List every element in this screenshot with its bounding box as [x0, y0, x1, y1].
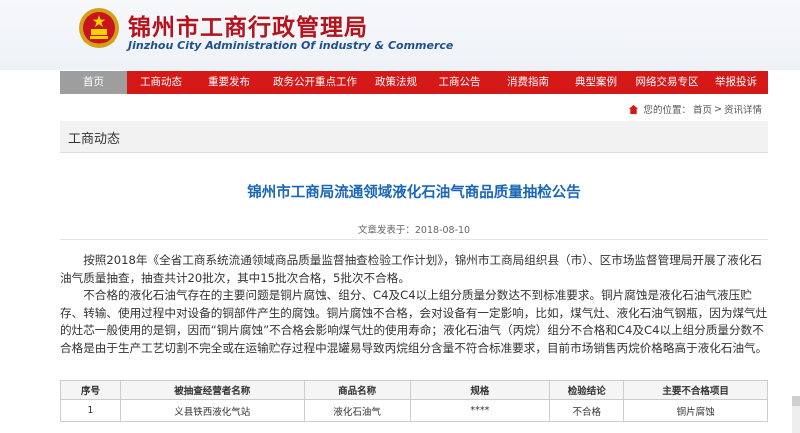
- scrollbar-thumb[interactable]: [792, 396, 800, 406]
- cell-index: 1: [60, 399, 121, 422]
- nav-item-online-trade[interactable]: 网络交易专区: [630, 71, 704, 94]
- cell-product: 液化石油气: [303, 399, 411, 422]
- publish-date: 2018-08-10: [414, 225, 471, 236]
- col-header-operator: 被抽查经营者名称: [119, 380, 305, 400]
- cell-defect: 铜片腐蚀: [623, 399, 768, 422]
- cell-spec: ****: [409, 399, 551, 422]
- nav-item-complaints[interactable]: 举报投诉: [704, 71, 768, 94]
- col-header-product: 商品名称: [303, 380, 411, 400]
- section-title: 工商动态: [68, 132, 121, 147]
- divider: [60, 239, 768, 240]
- nav-item-releases[interactable]: 重要发布: [195, 71, 263, 94]
- nav-item-consumer-guide[interactable]: 消费指南: [494, 71, 562, 94]
- cell-operator: 义县铁西液化气站: [119, 399, 305, 422]
- nav-item-cases[interactable]: 典型案例: [562, 71, 630, 94]
- article-paragraph: 不合格的液化石油气存在的主要问题是铜片腐蚀、组分、C4及C4以上组分质量分数达不…: [60, 288, 768, 355]
- col-header-index: 序号: [60, 380, 121, 400]
- table-header-row: 序号 被抽查经营者名称 商品名称 规格 检验结论 主要不合格项目: [60, 380, 768, 400]
- cell-result: 不合格: [549, 399, 625, 422]
- inspection-results-table: 序号 被抽查经营者名称 商品名称 规格 检验结论 主要不合格项目 1 义县铁西液…: [60, 380, 768, 422]
- publish-info: 文章发表于：2018-08-10: [60, 222, 768, 236]
- breadcrumb-current: 资讯详情: [723, 105, 762, 116]
- nav-item-gov-affairs[interactable]: 政务公开重点工作: [263, 71, 367, 94]
- breadcrumb-separator: >: [714, 103, 722, 115]
- nav-item-policy[interactable]: 政策法规: [367, 71, 425, 94]
- col-header-defect: 主要不合格项目: [623, 380, 768, 400]
- national-emblem-icon: [79, 8, 119, 48]
- publish-label: 文章发表于：: [357, 225, 415, 236]
- section-header: 工商动态: [60, 121, 768, 153]
- home-icon: [629, 104, 639, 114]
- article-paragraph: 按照2018年《全省工商系统流通领域商品质量监督抽查检验工作计划》，锦州市工商局…: [60, 253, 762, 285]
- nav-item-home[interactable]: 首页: [60, 71, 127, 94]
- main-nav: 首页 工商动态 重要发布 政务公开重点工作 政策法规 工商公告 消费指南 典型案…: [60, 71, 768, 94]
- col-header-result: 检验结论: [549, 380, 625, 400]
- nav-item-notices[interactable]: 工商公告: [425, 71, 494, 94]
- nav-item-news[interactable]: 工商动态: [127, 71, 195, 94]
- col-header-spec: 规格: [409, 380, 551, 400]
- table-row: 1 义县铁西液化气站 液化石油气 **** 不合格 铜片腐蚀: [60, 399, 768, 422]
- breadcrumb-prefix: 您的位置：: [643, 105, 691, 116]
- site-header: 锦州市工商行政管理局 Jinzhou City Administration O…: [0, 0, 800, 70]
- site-title: 锦州市工商行政管理局: [128, 15, 368, 41]
- breadcrumb-home[interactable]: 首页: [693, 102, 712, 116]
- article-title: 锦州市工商局流通领域液化石油气商品质量抽检公告: [247, 185, 581, 201]
- article-body: 按照2018年《全省工商系统流通领域商品质量监督抽查检验工作计划》，锦州市工商局…: [60, 252, 768, 357]
- breadcrumb: 您的位置： 首页 > 资讯详情: [628, 102, 763, 116]
- site-subtitle: Jinzhou City Administration Of industry …: [128, 39, 454, 52]
